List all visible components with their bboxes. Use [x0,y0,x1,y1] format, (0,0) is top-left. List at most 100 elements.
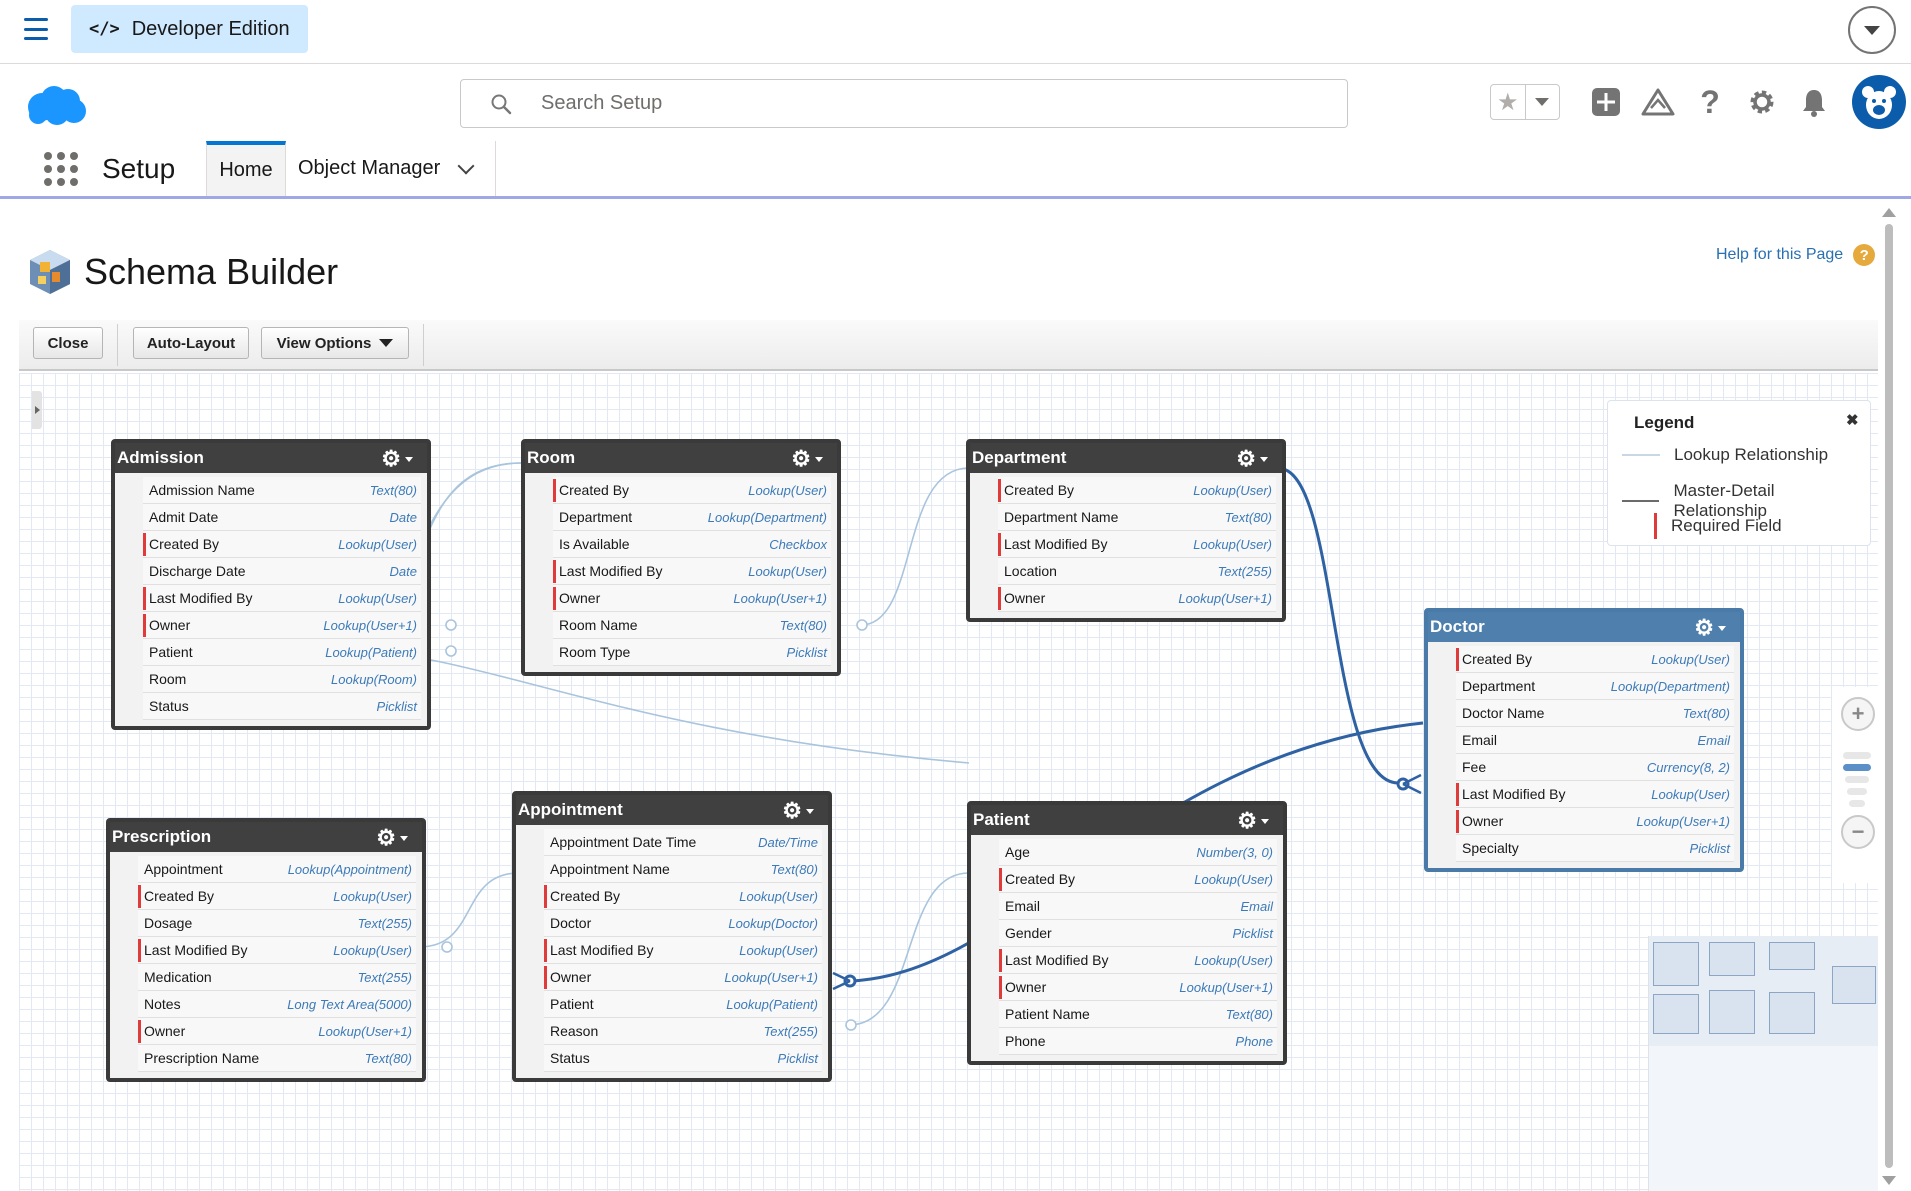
hamburger-menu-icon[interactable] [24,18,48,40]
field-row[interactable]: Owner Lookup(User+1) [1456,808,1734,835]
view-options-button[interactable]: View Options [261,327,409,359]
field-row[interactable]: Last Modified By Lookup(User) [553,558,831,585]
field-row[interactable]: Email Email [999,893,1277,920]
top-dropdown-button[interactable] [1848,6,1896,54]
field-row[interactable]: Last Modified By Lookup(User) [143,585,421,612]
field-row[interactable]: Age Number(3, 0) [999,839,1277,866]
auto-layout-button[interactable]: Auto-Layout [133,327,249,359]
object-header[interactable]: Prescription ⚙ [110,822,422,852]
field-row[interactable]: Owner Lookup(User+1) [544,964,822,991]
field-row[interactable]: Location Text(255) [998,558,1276,585]
scroll-up-arrow-icon[interactable] [1882,208,1896,217]
field-row[interactable]: Owner Lookup(User+1) [553,585,831,612]
object-card-prescription[interactable]: Prescription ⚙ Appointment Lookup(Appoint… [106,818,426,1082]
field-row[interactable]: Patient Lookup(Patient) [143,639,421,666]
field-row[interactable]: Appointment Date Time Date/Time [544,829,822,856]
tab-home[interactable]: Home [206,141,286,196]
field-row[interactable]: Created By Lookup(User) [1456,646,1734,673]
trailhead-icon[interactable] [1638,82,1678,122]
user-avatar[interactable] [1852,75,1906,129]
tab-object-manager[interactable]: Object Manager [286,141,496,196]
object-card-patient[interactable]: Patient ⚙ Age Number(3, 0) Created By Look… [967,801,1287,1065]
global-actions-plus-icon[interactable] [1586,82,1626,122]
field-row[interactable]: Created By Lookup(User) [999,866,1277,893]
field-row[interactable]: Last Modified By Lookup(User) [998,531,1276,558]
field-row[interactable]: Created By Lookup(User) [553,477,831,504]
object-card-room[interactable]: Room ⚙ Created By Lookup(User) Department… [521,439,841,676]
object-header[interactable]: Room ⚙ [525,443,837,473]
favorites-star-icon[interactable]: ★ [1491,85,1526,119]
field-row[interactable]: Last Modified By Lookup(User) [138,937,416,964]
field-row[interactable]: Prescription Name Text(80) [138,1045,416,1072]
object-settings-gear-icon[interactable]: ⚙ [381,446,413,472]
field-row[interactable]: Last Modified By Lookup(User) [1456,781,1734,808]
field-row[interactable]: Doctor Name Text(80) [1456,700,1734,727]
object-header[interactable]: Department ⚙ [970,443,1282,473]
field-row[interactable]: Doctor Lookup(Doctor) [544,910,822,937]
field-row[interactable]: Gender Picklist [999,920,1277,947]
zoom-slider-step[interactable] [1849,800,1865,807]
favorites-dropdown-button[interactable] [1526,85,1560,119]
field-row[interactable]: Notes Long Text Area(5000) [138,991,416,1018]
field-row[interactable]: Discharge Date Date [143,558,421,585]
field-row[interactable]: Reason Text(255) [544,1018,822,1045]
object-settings-gear-icon[interactable]: ⚙ [376,825,408,851]
zoom-slider-step[interactable] [1843,752,1871,759]
help-for-this-page-link[interactable]: Help for this Page ? [1716,244,1876,266]
field-row[interactable]: Dosage Text(255) [138,910,416,937]
field-row[interactable]: Admission Name Text(80) [143,477,421,504]
object-card-department[interactable]: Department ⚙ Created By Lookup(User) Depa… [966,439,1286,622]
field-row[interactable]: Created By Lookup(User) [143,531,421,558]
field-row[interactable]: Created By Lookup(User) [544,883,822,910]
chevron-down-icon[interactable] [457,157,475,174]
field-row[interactable]: Department Lookup(Department) [553,504,831,531]
field-row[interactable]: Room Name Text(80) [553,612,831,639]
field-row[interactable]: Department Lookup(Department) [1456,673,1734,700]
field-row[interactable]: Last Modified By Lookup(User) [544,937,822,964]
vertical-scrollbar[interactable] [1882,202,1896,1191]
field-row[interactable]: Department Name Text(80) [998,504,1276,531]
object-settings-gear-icon[interactable]: ⚙ [1236,446,1268,472]
object-header[interactable]: Admission ⚙ [115,443,427,473]
legend-close-icon[interactable]: ✖ [1846,411,1859,429]
minimap[interactable] [1648,936,1878,1191]
object-header[interactable]: Patient ⚙ [971,805,1283,835]
zoom-slider-step[interactable] [1847,788,1867,795]
object-card-appointment[interactable]: Appointment ⚙ Appointment Date Time Date/… [512,791,832,1082]
field-row[interactable]: Created By Lookup(User) [138,883,416,910]
close-button[interactable]: Close [33,327,103,359]
field-row[interactable]: Status Picklist [544,1045,822,1072]
object-settings-gear-icon[interactable]: ⚙ [1237,808,1269,834]
search-box[interactable] [460,79,1348,128]
object-card-doctor[interactable]: Doctor ⚙ Created By Lookup(User) Departme… [1424,608,1744,872]
field-row[interactable]: Admit Date Date [143,504,421,531]
field-row[interactable]: Owner Lookup(User+1) [138,1018,416,1045]
field-row[interactable]: Room Lookup(Room) [143,666,421,693]
field-row[interactable]: Is Available Checkbox [553,531,831,558]
object-settings-gear-icon[interactable]: ⚙ [782,798,814,824]
field-row[interactable]: Medication Text(255) [138,964,416,991]
zoom-slider-handle[interactable] [1843,764,1871,771]
app-launcher-icon[interactable] [44,152,78,186]
field-row[interactable]: Appointment Lookup(Appointment) [138,856,416,883]
field-row[interactable]: Patient Lookup(Patient) [544,991,822,1018]
object-settings-gear-icon[interactable]: ⚙ [1694,615,1726,641]
help-question-icon[interactable]: ? [1690,82,1730,122]
field-row[interactable]: Owner Lookup(User+1) [998,585,1276,612]
zoom-slider-step[interactable] [1845,776,1869,783]
object-header[interactable]: Appointment ⚙ [516,795,828,825]
search-input[interactable] [541,92,1321,115]
field-row[interactable]: Room Type Picklist [553,639,831,666]
object-card-admission[interactable]: Admission ⚙ Admission Name Text(80) Admit… [111,439,431,730]
field-row[interactable]: Phone Phone [999,1028,1277,1055]
field-row[interactable]: Fee Currency(8, 2) [1456,754,1734,781]
schema-canvas[interactable]: Admission ⚙ Admission Name Text(80) Admit… [19,373,1878,1191]
setup-gear-icon[interactable] [1742,82,1782,122]
developer-edition-badge[interactable]: </> Developer Edition [71,5,308,53]
field-row[interactable]: Owner Lookup(User+1) [999,974,1277,1001]
scroll-down-arrow-icon[interactable] [1882,1176,1896,1185]
scrollbar-thumb[interactable] [1885,224,1893,1168]
field-row[interactable]: Owner Lookup(User+1) [143,612,421,639]
zoom-out-button[interactable]: − [1841,815,1875,849]
field-row[interactable]: Created By Lookup(User) [998,477,1276,504]
